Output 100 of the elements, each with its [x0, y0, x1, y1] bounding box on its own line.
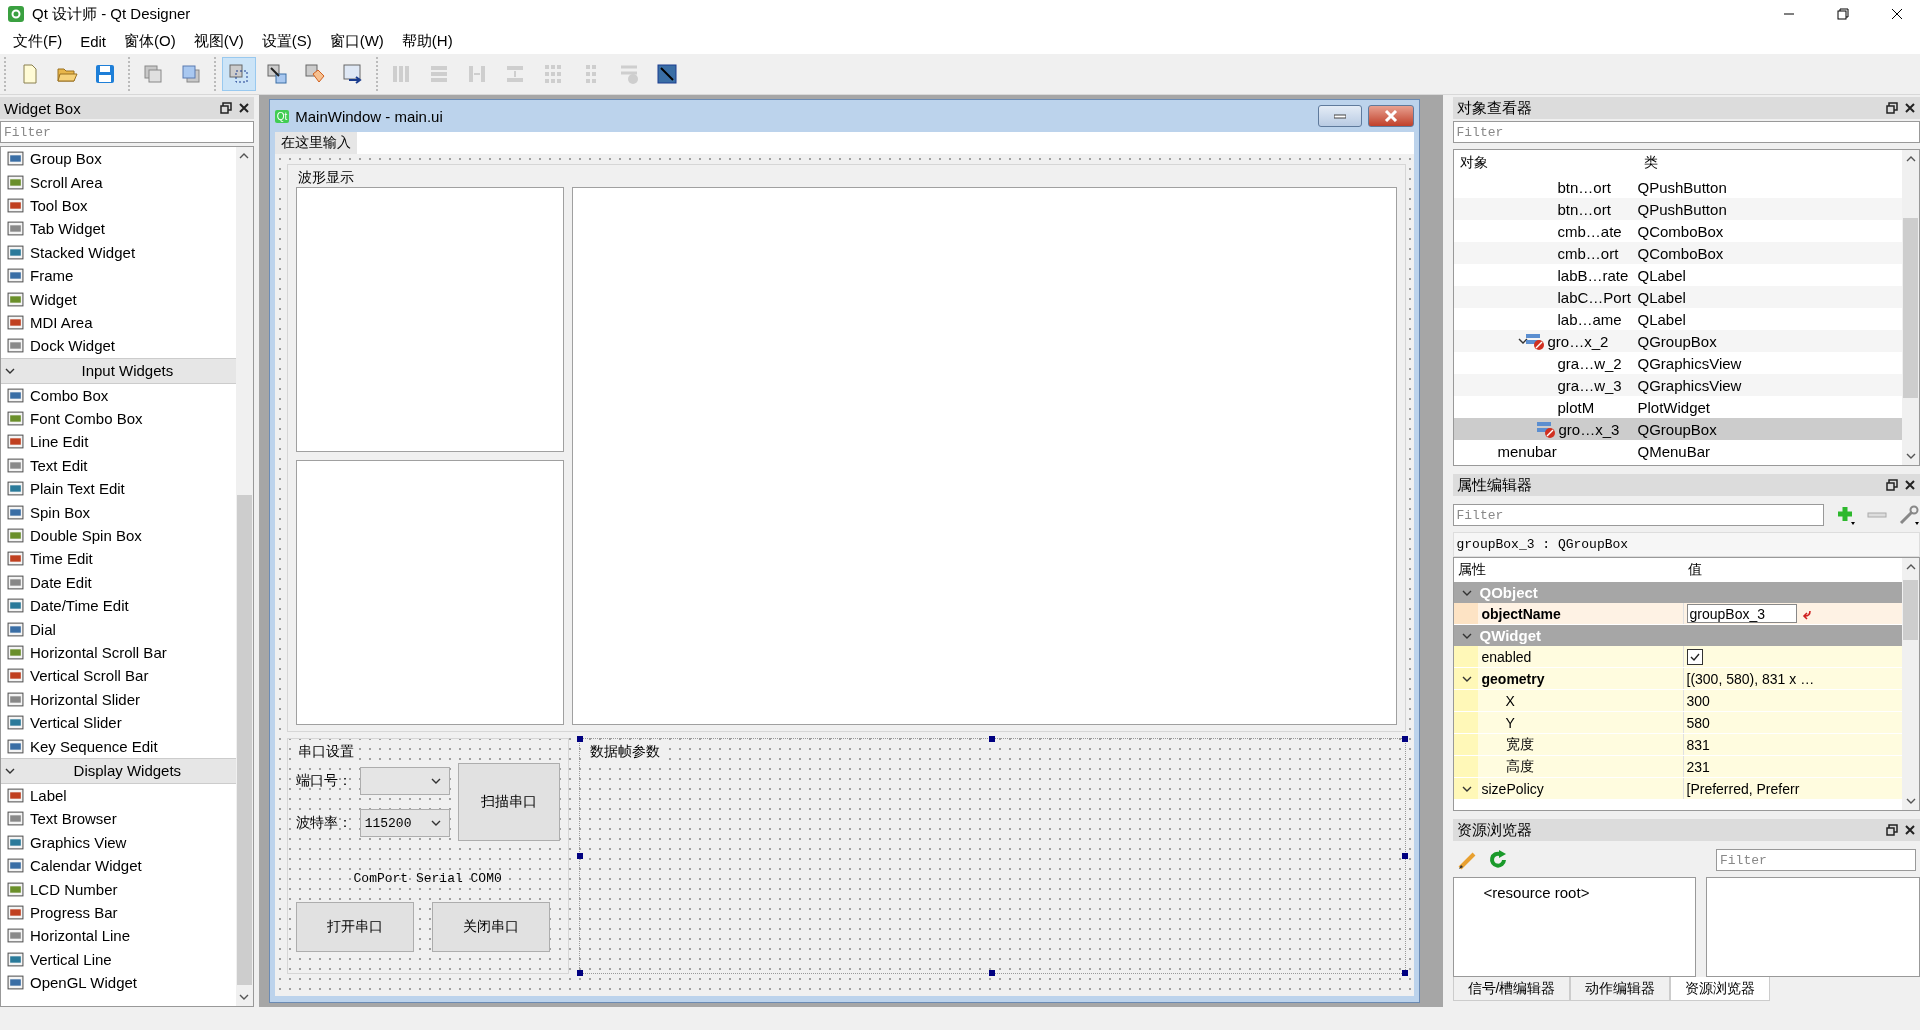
- scroll-thumb[interactable]: [236, 495, 252, 985]
- widget-item[interactable]: Stacked Widget: [1, 240, 236, 264]
- dock-tab[interactable]: 信号/槽编辑器: [1452, 977, 1571, 1001]
- selection-handle[interactable]: [989, 970, 996, 976]
- menu-item[interactable]: Edit: [71, 30, 115, 52]
- tree-row[interactable]: labC…Port QLabel: [1453, 286, 1902, 308]
- float-icon[interactable]: [1886, 102, 1898, 114]
- float-icon[interactable]: [1886, 824, 1898, 836]
- menu-item[interactable]: 帮助(H): [392, 29, 462, 53]
- scroll-up-icon[interactable]: [1905, 154, 1916, 164]
- group-box[interactable]: 数据帧参数: [578, 738, 1406, 974]
- float-icon[interactable]: [219, 102, 232, 114]
- tree-row[interactable]: menubar QMenuBar: [1453, 440, 1902, 462]
- minimize-button[interactable]: [1317, 105, 1362, 127]
- group-box[interactable]: 波形显示: [286, 164, 1406, 732]
- widget-item[interactable]: OpenGL Widget: [1, 970, 236, 995]
- scroll-down-icon[interactable]: [1905, 796, 1916, 806]
- close-icon[interactable]: [1891, 8, 1903, 20]
- selection-handle[interactable]: [1401, 970, 1408, 976]
- widget-item[interactable]: Widget: [1, 287, 236, 311]
- close-port-button[interactable]: 关闭串口: [431, 902, 550, 952]
- scrollbar[interactable]: [1902, 558, 1919, 810]
- widget-item[interactable]: Calendar Widget: [1, 853, 236, 878]
- widget-item[interactable]: Vertical Slider: [1, 711, 236, 735]
- tree-row[interactable]: cmb…ort QComboBox: [1453, 242, 1902, 264]
- widget-item[interactable]: Vertical Scroll Bar: [1, 664, 236, 688]
- widget-item[interactable]: Frame: [1, 263, 236, 288]
- widget-item[interactable]: Tab Widget: [1, 217, 236, 241]
- scroll-down-icon[interactable]: [1905, 451, 1916, 461]
- widget-item[interactable]: Horizontal Line: [1, 924, 236, 948]
- widget-item[interactable]: Vertical Line: [1, 947, 236, 971]
- column-header[interactable]: 属性: [1453, 561, 1684, 579]
- widget-item[interactable]: Plain Text Edit: [1, 477, 236, 501]
- widget-item[interactable]: LCD Number: [1, 877, 236, 901]
- tree-row[interactable]: gro…x_3 QGroupBox: [1453, 418, 1902, 440]
- tree-row[interactable]: cmb…ate QComboBox: [1453, 220, 1902, 242]
- close-icon[interactable]: [237, 102, 250, 114]
- wrench-icon[interactable]: [1898, 504, 1920, 526]
- dock-tab[interactable]: 资源浏览器: [1670, 977, 1771, 1001]
- tree-row[interactable]: lab…ame QLabel: [1453, 308, 1902, 330]
- column-header[interactable]: 类: [1637, 154, 1902, 172]
- checkbox[interactable]: [1686, 648, 1703, 665]
- menu-item[interactable]: 窗口(W): [320, 29, 393, 53]
- selection-handle[interactable]: [1401, 853, 1408, 859]
- category-header[interactable]: Input Widgets: [1, 357, 236, 384]
- group-box[interactable]: 串口设置 端口号： 扫描串口 波特率： 115200 ComPort Serial COM0 打开串口 关闭串口: [286, 738, 569, 974]
- widget-item[interactable]: Dock Widget: [1, 334, 236, 358]
- menu-item[interactable]: 在这里输入: [274, 132, 357, 154]
- dropdown-icon[interactable]: [430, 818, 441, 828]
- selection-handle[interactable]: [1401, 736, 1408, 742]
- scroll-thumb[interactable]: [1903, 580, 1918, 640]
- tree-row[interactable]: gra…w_2 QGraphicsView: [1453, 352, 1902, 374]
- menu-item[interactable]: 视图(V): [184, 29, 253, 53]
- restore-icon[interactable]: [1837, 8, 1849, 20]
- widget-item[interactable]: Graphics View: [1, 830, 236, 854]
- close-icon[interactable]: [1904, 102, 1916, 114]
- widget-item[interactable]: Horizontal Scroll Bar: [1, 640, 236, 665]
- scroll-thumb[interactable]: [1903, 218, 1918, 398]
- tree-row[interactable]: gro…x_2 QGroupBox: [1453, 330, 1902, 352]
- selection-handle[interactable]: [576, 853, 583, 859]
- selection-handle[interactable]: [989, 736, 996, 742]
- widget-item[interactable]: Group Box: [1, 147, 236, 171]
- filter-field[interactable]: Filter: [1716, 849, 1916, 871]
- tree-row[interactable]: gra…w_3 QGraphicsView: [1453, 374, 1902, 396]
- selection-handle[interactable]: [576, 970, 583, 976]
- widget-item[interactable]: Font Combo Box: [1, 406, 236, 431]
- resource-list[interactable]: [1706, 877, 1920, 977]
- filter-field[interactable]: Filter: [1452, 121, 1920, 143]
- scroll-up-icon[interactable]: [239, 151, 250, 161]
- widget-item[interactable]: Time Edit: [1, 547, 236, 571]
- widget-item[interactable]: Key Sequence Edit: [1, 734, 236, 758]
- tree-row[interactable]: plotM PlotWidget: [1453, 396, 1902, 418]
- widget-item[interactable]: Double Spin Box: [1, 523, 236, 548]
- widget-item[interactable]: Spin Box: [1, 500, 236, 524]
- object-name-field[interactable]: groupBox_3: [1686, 604, 1797, 623]
- category-header[interactable]: Display Widgets: [1, 757, 236, 784]
- close-icon[interactable]: [1904, 824, 1916, 836]
- widget-item[interactable]: Dial: [1, 617, 236, 641]
- column-header[interactable]: 值: [1683, 561, 1902, 579]
- close-icon[interactable]: [1904, 479, 1916, 491]
- tree-item[interactable]: <resource root>: [1483, 884, 1590, 901]
- widget-item[interactable]: MDI Area: [1, 310, 236, 335]
- dock-tab[interactable]: 动作编辑器: [1570, 977, 1671, 1001]
- tree-row[interactable]: btn…ort QPushButton: [1453, 176, 1902, 198]
- scan-button[interactable]: 扫描串口: [457, 763, 560, 841]
- widget-item[interactable]: Text Edit: [1, 453, 236, 478]
- dropdown-icon[interactable]: [430, 776, 441, 786]
- selection-handle[interactable]: [576, 736, 583, 742]
- menu-item[interactable]: 设置(S): [252, 29, 321, 53]
- baud-combo[interactable]: 115200: [359, 809, 450, 837]
- close-button[interactable]: [1367, 105, 1414, 127]
- column-header[interactable]: 对象: [1453, 154, 1638, 172]
- open-button[interactable]: 打开串口: [295, 902, 414, 952]
- float-icon[interactable]: [1886, 479, 1898, 491]
- scrollbar[interactable]: [235, 147, 253, 1006]
- widget-item[interactable]: Date Edit: [1, 570, 236, 595]
- resource-tree[interactable]: <resource root>: [1452, 877, 1697, 977]
- widget-item[interactable]: Scroll Area: [1, 170, 236, 194]
- widget-item[interactable]: Combo Box: [1, 383, 236, 407]
- tree-row[interactable]: btn…ort QPushButton: [1453, 198, 1902, 220]
